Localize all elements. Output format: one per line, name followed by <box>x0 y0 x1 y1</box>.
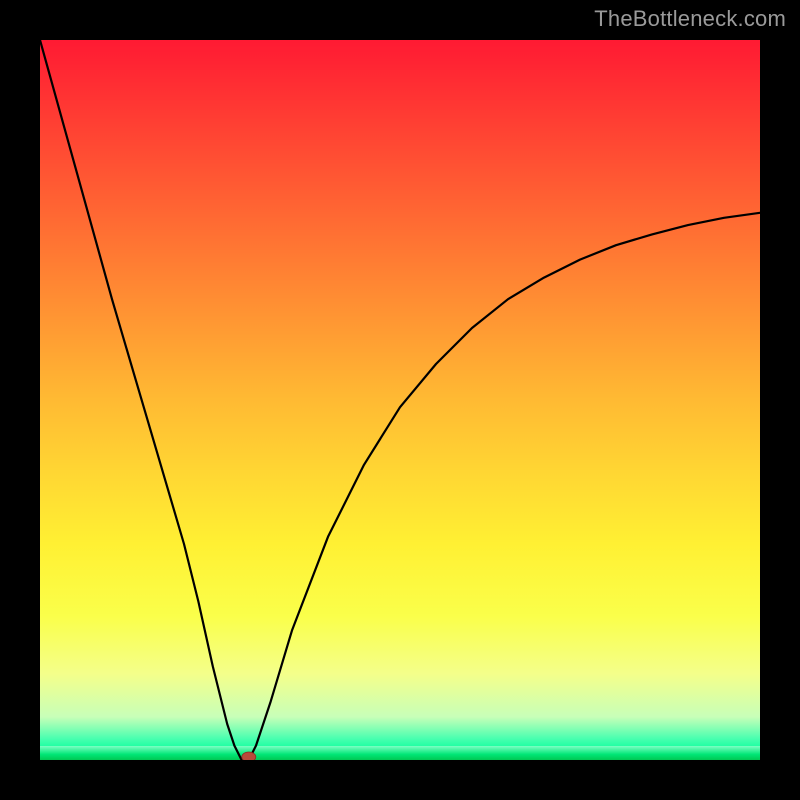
bottleneck-curve <box>40 40 760 760</box>
chart-frame: TheBottleneck.com <box>0 0 800 800</box>
minimum-marker-icon <box>242 752 256 760</box>
chart-svg <box>40 40 760 760</box>
watermark-text: TheBottleneck.com <box>594 6 786 32</box>
plot-area <box>40 40 760 760</box>
